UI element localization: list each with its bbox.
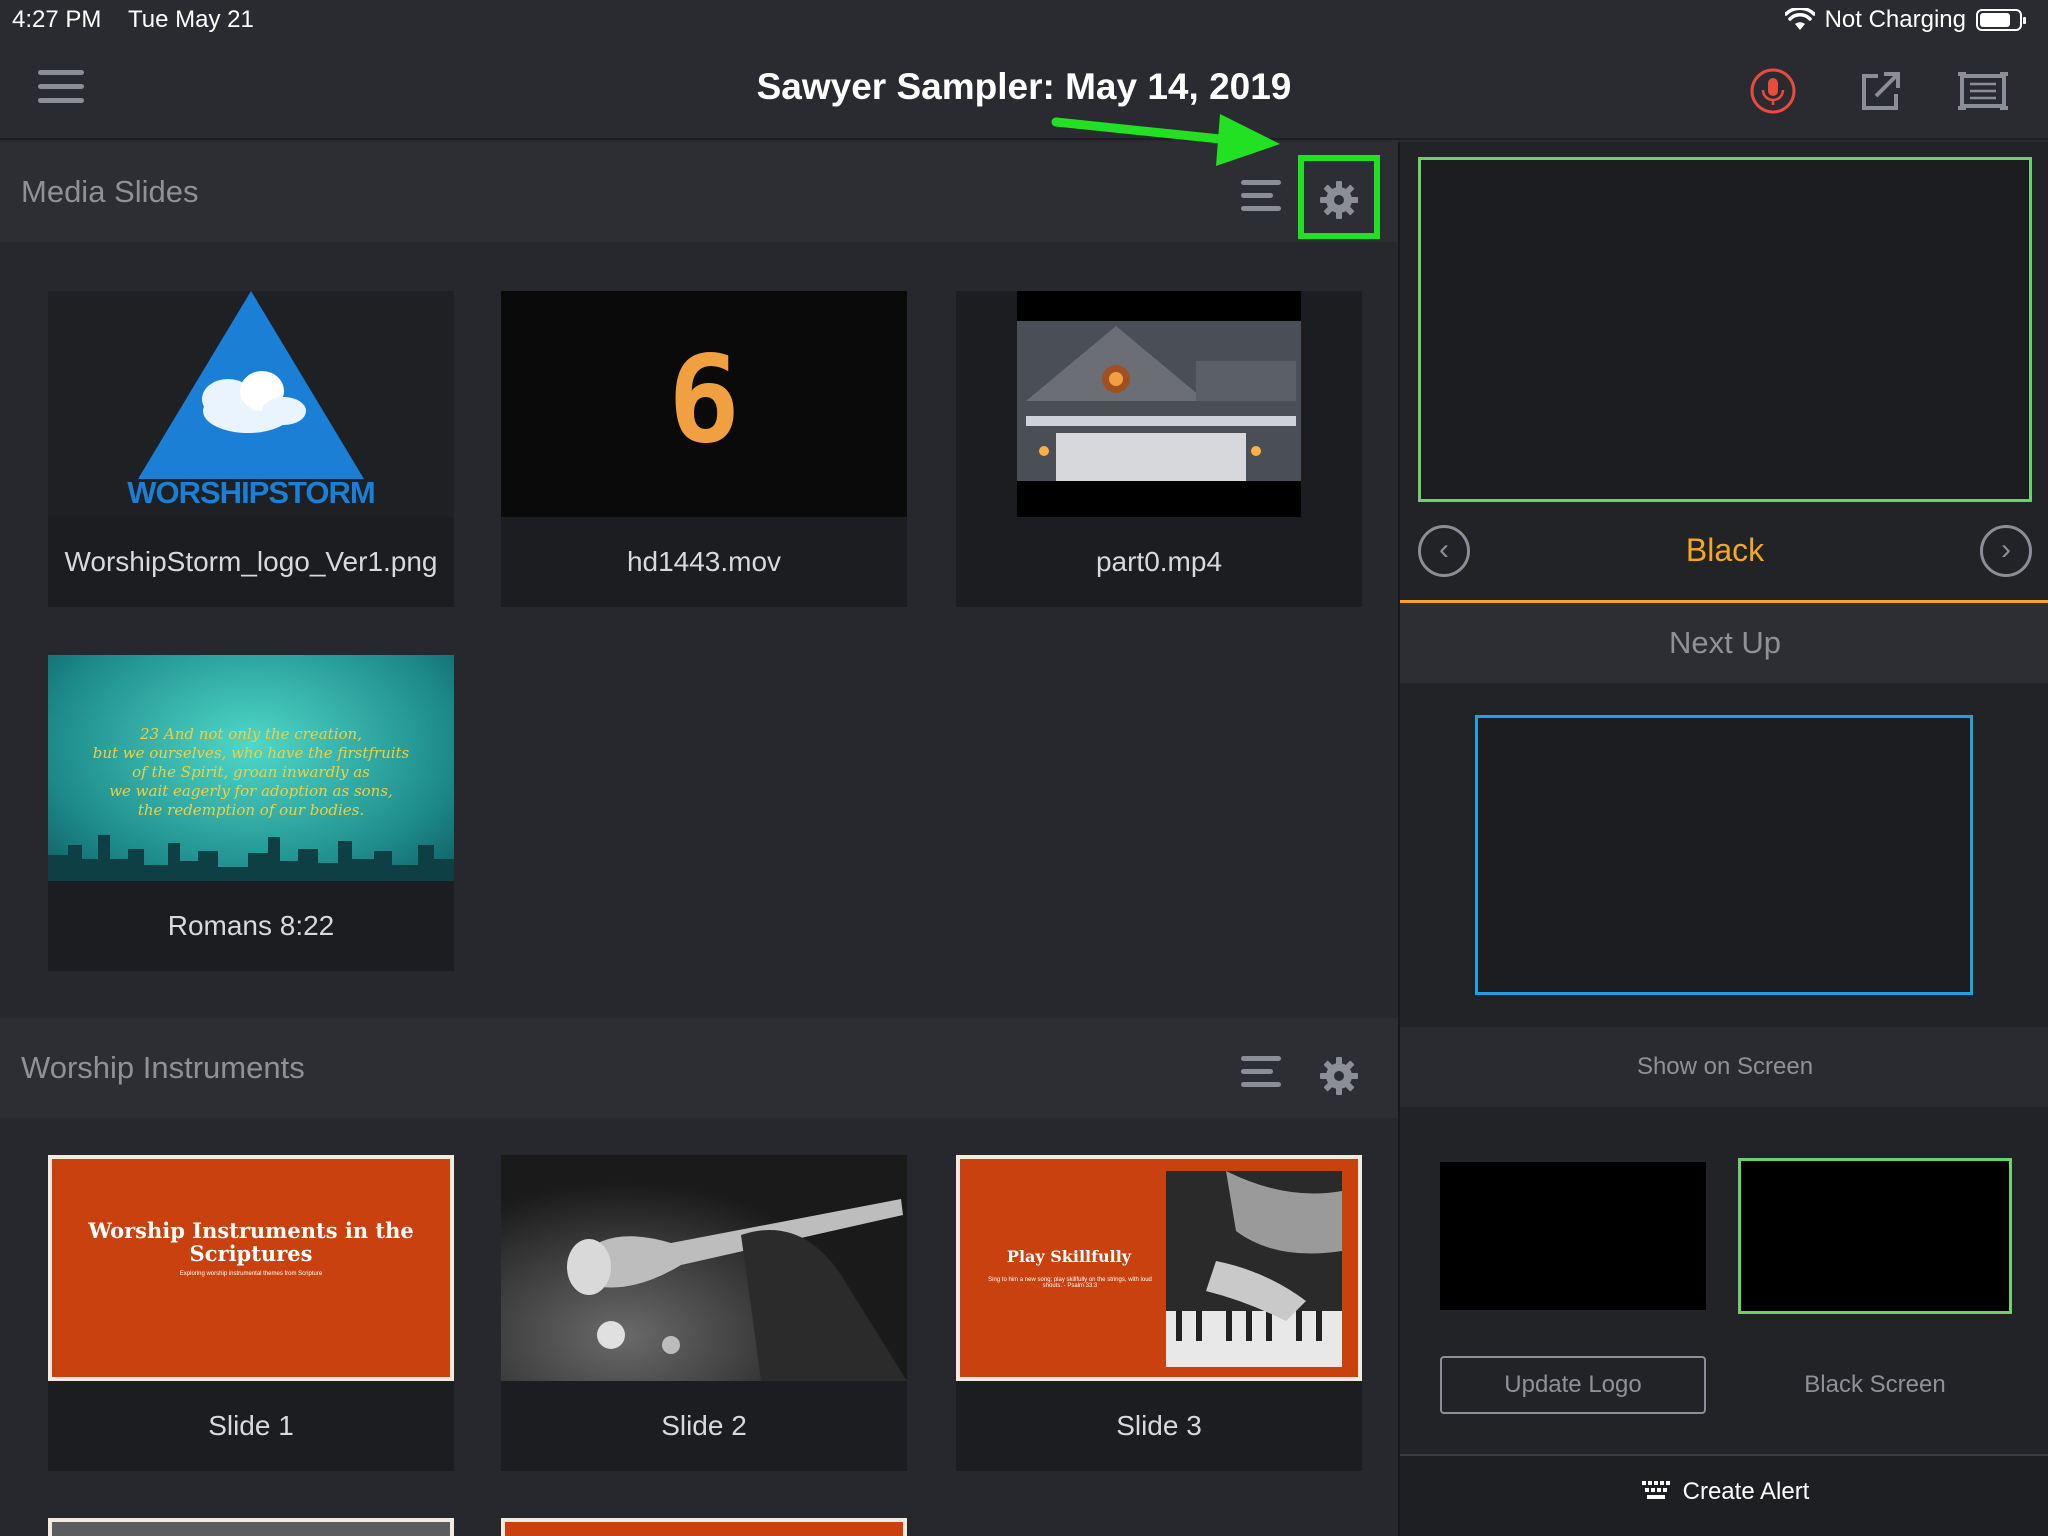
- status-right: Not Charging: [1784, 6, 2026, 34]
- annotation-highlight: [1298, 155, 1380, 239]
- gear-icon[interactable]: [1318, 1055, 1360, 1097]
- slide-thumbnail: [956, 291, 1362, 517]
- wifi-icon: [1784, 8, 1815, 30]
- edit-icon[interactable]: [1856, 66, 1906, 116]
- slide-label: WorshipStorm_logo_Ver1.png: [64, 546, 438, 577]
- charging-status: Not Charging: [1824, 6, 1966, 33]
- microphone-icon[interactable]: [1748, 66, 1798, 116]
- slide-tile[interactable]: part0.mp4: [956, 291, 1362, 607]
- slide-thumbnail: Worship Instruments in the Scriptures Ex…: [48, 1155, 454, 1381]
- page-title: Sawyer Sampler: May 14, 2019: [756, 66, 1292, 107]
- create-alert-content: Create Alert: [1400, 1478, 2048, 1506]
- status-time: 4:27 PM: [12, 6, 102, 33]
- show-on-screen-header: Show on Screen: [1400, 1027, 2048, 1107]
- create-alert-label: Create Alert: [1682, 1478, 1810, 1505]
- slide-thumbnail: 23 And not only the creation, but we our…: [48, 655, 454, 881]
- black-screen-button[interactable]: Black Screen: [1738, 1356, 2012, 1414]
- slide-tile[interactable]: Play Skillfully Sing to him a new song; …: [956, 1155, 1362, 1471]
- slide-thumb-title: Worship Instruments in the Scriptures: [88, 1218, 414, 1266]
- battery-icon: [1976, 9, 2026, 31]
- slide-thumbnail: [501, 1155, 907, 1381]
- slide-thumb-subtitle: Sing to him a new song; play skillfully …: [988, 1277, 1152, 1289]
- verse-line: but we ourselves, who have the firstfrui…: [92, 744, 410, 762]
- status-date: Tue May 21: [128, 6, 254, 33]
- piano-image: [1166, 1171, 1342, 1367]
- verse-text: 23 And not only the creation, but we our…: [48, 725, 454, 820]
- logo-preview[interactable]: [1440, 1162, 1706, 1310]
- next-up-header: Next Up: [1400, 603, 2048, 683]
- black-screen-preview[interactable]: [1738, 1158, 2012, 1314]
- worshipstorm-logo-text: WORSHIPSTORM: [127, 475, 376, 510]
- status-bar: 4:27 PM Tue May 21 Not Charging: [0, 0, 2048, 40]
- output-panel: ‹ Black › Next Up Show on Screen Update …: [1398, 142, 2048, 1536]
- create-alert-button[interactable]: Create Alert: [1400, 1454, 2048, 1536]
- slide-label: Slide 1: [208, 1410, 294, 1441]
- slide-label: Romans 8:22: [167, 910, 335, 941]
- slide-tile[interactable]: Worship Instruments in the Scriptures Ex…: [48, 1155, 454, 1471]
- next-up-preview[interactable]: [1475, 715, 1973, 995]
- screen-icon[interactable]: [1956, 66, 2010, 116]
- slide-thumbnail: 6: [501, 291, 907, 517]
- slide-tile[interactable]: WORSHIPSTORM WorshipStorm_logo_Ver1.png: [48, 291, 454, 607]
- update-logo-button[interactable]: Update Logo: [1440, 1356, 1706, 1414]
- section-header-worship-instruments: Worship Instruments: [0, 1018, 1398, 1118]
- slide-thumb-subtitle: Exploring worship instrumental themes fr…: [179, 1271, 323, 1277]
- slides-panel: Media Slides WORSHIPSTORM WorshipStorm_l…: [0, 142, 1398, 1536]
- house-image: [1017, 291, 1301, 517]
- keyboard-icon: [1641, 1481, 1670, 1499]
- slide-tile[interactable]: [501, 1518, 907, 1536]
- slide-tile[interactable]: Slide 2: [501, 1155, 907, 1471]
- verse-line: of the Spirit, groan inwardly as: [132, 763, 370, 781]
- slide-thumbnail: WORSHIPSTORM: [48, 291, 454, 517]
- countdown-number: 6: [667, 331, 741, 470]
- slide-tile[interactable]: 23 And not only the creation, but we our…: [48, 655, 454, 971]
- verse-line: 23 And not only the creation,: [140, 725, 362, 743]
- annotation-arrow-icon: [1051, 114, 1280, 166]
- slide-thumbnail: Play Skillfully Sing to him a new song; …: [956, 1155, 1362, 1381]
- city-skyline: [48, 835, 454, 881]
- slide-label: part0.mp4: [1095, 546, 1223, 577]
- section-title: Media Slides: [21, 174, 199, 209]
- slide-label: Slide 2: [661, 1410, 747, 1441]
- slide-tile[interactable]: 6 hd1443.mov: [501, 291, 907, 607]
- live-preview[interactable]: [1418, 157, 2032, 502]
- verse-line: we wait eagerly for adoption as sons,: [109, 782, 393, 800]
- sort-icon[interactable]: [1241, 1056, 1281, 1090]
- live-slide-label: Black: [1685, 532, 1765, 568]
- slide-label: Slide 3: [1116, 1410, 1202, 1441]
- slide-thumb-title: Play Skillfully: [1006, 1247, 1132, 1266]
- trumpet-image: [567, 1199, 907, 1381]
- sort-icon[interactable]: [1241, 180, 1281, 214]
- chevron-right-icon[interactable]: ›: [1980, 525, 2032, 577]
- slide-label: hd1443.mov: [626, 546, 782, 577]
- slide-tile[interactable]: [48, 1518, 454, 1536]
- section-title: Worship Instruments: [21, 1050, 305, 1085]
- top-nav: Sawyer Sampler: May 14, 2019: [0, 40, 2048, 140]
